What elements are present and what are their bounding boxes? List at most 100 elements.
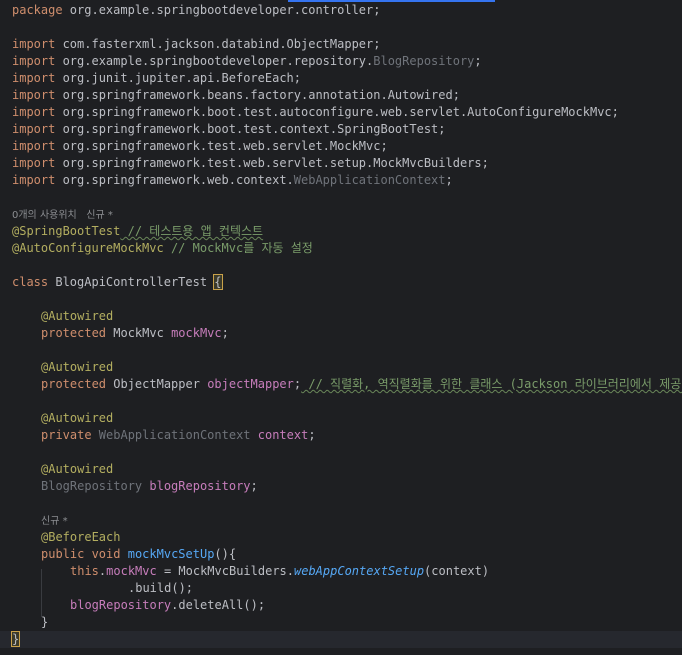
build-call: .build(); [128,581,194,595]
code-line-import: import org.springframework.test.web.serv… [0,155,682,172]
comment: // 테스트용 앱 컨텍스트 [120,224,264,238]
code-line-class-close: } [0,631,682,648]
annotation: @AutoConfigureMockMvc [12,241,164,255]
code-line-annotation: @Autowired [0,359,682,376]
code-line-import: import org.springframework.boot.test.aut… [0,104,682,121]
annotation: @Autowired [41,360,114,374]
method-name: mockMvcSetUp [127,547,215,561]
semicolon: ; [438,122,446,136]
code-line-class-decl: class BlogApiControllerTest { [0,274,682,291]
import-path: org.springframework.test.web.servlet.set… [55,156,482,170]
code-line-annotation: @BeforeEach [0,529,682,546]
keyword: void [84,547,128,561]
import-path: org.springframework.test.web.servlet.Moc… [55,139,381,153]
keyword: class [12,275,49,289]
code-line-statement: blogRepository.deleteAll(); [0,597,682,614]
keyword: import [12,37,56,51]
code-line-method-decl: public void mockMvcSetUp(){ [0,546,682,563]
code-line-package: package org.example.springbootdeveloper.… [0,2,682,19]
field-type: WebApplicationContext [91,428,258,442]
keyword: import [12,71,56,85]
code-editor[interactable]: package org.example.springbootdeveloper.… [0,2,682,655]
import-path: com.fasterxml.jackson.databind.ObjectMap… [55,37,374,51]
keyword: import [12,173,56,187]
keyword: protected [41,377,107,391]
unused-import-class: WebApplicationContext [293,173,446,187]
new-file-hint[interactable]: 신규 * [86,210,113,221]
semicolon: ; [474,54,482,68]
call-args: (context) [424,564,490,578]
code-line-import: import org.springframework.boot.test.con… [0,121,682,138]
keyword: import [12,54,56,68]
comment: // MockMvc를 자동 설정 [163,241,313,255]
semicolon: ; [308,428,316,442]
new-method-hint[interactable]: 신규 * [41,516,68,527]
keyword: import [12,156,56,170]
semicolon: ; [452,88,460,102]
field-ref: blogRepository [70,598,172,612]
field-type: MockMvc [106,326,172,340]
code-line-annotation: @Autowired [0,410,682,427]
code-line-import: import org.example.springbootdeveloper.r… [0,53,682,70]
code-line-annotation: @Autowired [0,308,682,325]
indent-guide [41,569,42,617]
semicolon: ; [481,156,489,170]
code-line-field: protected MockMvc mockMvc; [0,325,682,342]
field-name: context [257,428,309,442]
semicolon: ; [611,105,619,119]
assign: = MockMvcBuilders. [156,564,294,578]
annotation: @BeforeEach [41,530,121,544]
annotation: @Autowired [41,462,114,476]
package-name: org.example.springbootdeveloper.controll… [62,3,381,17]
field-name: mockMvc [171,326,222,340]
semicolon: ; [221,326,229,340]
method-signature: (){ [214,547,237,561]
field-type: ObjectMapper [106,377,208,391]
semicolon: ; [250,479,258,493]
class-name: BlogApiControllerTest [48,275,215,289]
closing-brace: } [41,615,49,629]
semicolon: ; [293,71,302,85]
annotation: @Autowired [41,309,114,323]
code-line-import: import com.fasterxml.jackson.databind.Ob… [0,36,682,53]
keyword: import [12,105,56,119]
code-line-import: import org.junit.jupiter.api.BeforeEach; [0,70,682,87]
code-line-annotation: @Autowired [0,461,682,478]
code-line-annotation: @SpringBootTest // 테스트용 앱 컨텍스트 [0,223,682,240]
static-call: webAppContextSetup [294,564,425,578]
annotation: @SpringBootTest [12,224,121,238]
semicolon: ; [380,139,388,153]
inlay-hint-class[interactable]: 0개의 사용위치 신규 * [0,206,682,223]
keyword: public [41,547,85,561]
semicolon: ; [373,37,381,51]
unused-import-class: BlogRepository [373,54,475,68]
semicolon: ; [445,173,453,187]
keyword: this [70,564,99,578]
import-path: org.springframework.web.context. [55,173,294,187]
field-name: blogRepository [149,479,251,493]
code-line-import: import org.springframework.web.context.W… [0,172,682,189]
keyword: private [41,428,92,442]
code-line-field: BlogRepository blogRepository; [0,478,682,495]
comment: // 직렬화, 역직렬화를 위한 클래스 (Jackson 라이브러리에서 제공… [301,377,682,391]
code-line-annotation: @AutoConfigureMockMvc // MockMvc를 자동 설정 [0,240,682,257]
import-path: org.example.springbootdeveloper.reposito… [55,54,374,68]
code-line-statement: this.mockMvc = MockMvcBuilders.webAppCon… [0,563,682,580]
keyword: import [12,139,56,153]
field-name: objectMapper [207,377,294,391]
usages-hint[interactable]: 0개의 사용위치 [12,210,77,221]
inlay-hint-method[interactable]: 신규 * [0,512,682,529]
keyword: import [12,122,56,136]
matched-brace: } [10,631,21,647]
code-line-import: import org.springframework.test.web.serv… [0,138,682,155]
import-path: org.springframework.beans.factory.annota… [55,88,453,102]
code-line-statement: .build(); [0,580,682,597]
